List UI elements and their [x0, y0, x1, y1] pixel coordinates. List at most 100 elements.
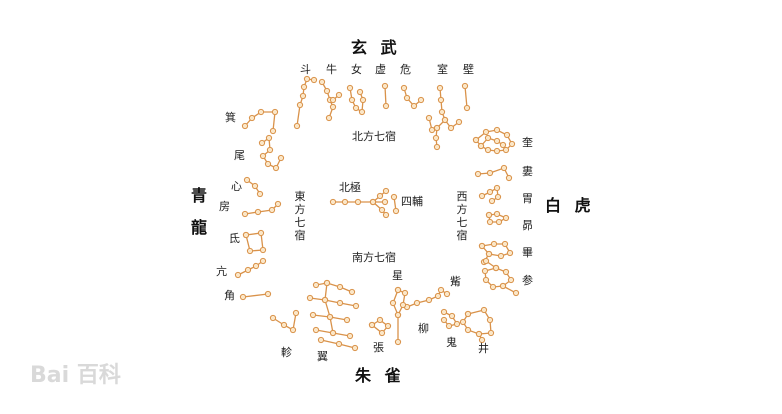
star-wei3-1: [265, 134, 273, 142]
star-xing-1: [401, 289, 409, 297]
mansion-jiao: 角: [224, 289, 235, 302]
star-niu-4: [325, 114, 333, 122]
star-wei2-1: [486, 188, 494, 196]
star-mao-3: [495, 218, 503, 226]
mansion-fang: 房: [219, 200, 230, 213]
mansion-zhang: 張: [373, 341, 384, 354]
star-wei3-4: [264, 160, 272, 168]
star-di-1: [257, 229, 265, 237]
star-liu-2: [425, 296, 433, 304]
star-ji-0: [241, 122, 249, 130]
star-niu-0: [318, 78, 326, 86]
star-fang-0: [241, 210, 249, 218]
star-yi6-2: [326, 313, 334, 321]
star-zhen-2: [289, 326, 297, 334]
star-wei2-0: [478, 192, 486, 200]
star-kang-2: [252, 262, 260, 270]
star-liu-4: [437, 286, 445, 294]
star-yi5-2: [351, 344, 359, 352]
star-dou-4: [303, 75, 311, 83]
star-lou-3: [505, 174, 513, 182]
star-gui-0: [440, 308, 448, 316]
star-di-4: [242, 231, 250, 239]
star-yi4-2: [346, 332, 354, 340]
star-yi5-1: [335, 340, 343, 348]
star-xing-5: [394, 286, 402, 294]
mansion-shi: 室: [437, 63, 448, 76]
star-yi2-3: [352, 302, 360, 310]
star-dou-3: [300, 83, 308, 91]
mansion-xu: 虚: [375, 63, 386, 76]
star-jiao-1: [264, 290, 272, 298]
star-wei3-2: [266, 146, 274, 154]
star-niu2-0: [329, 96, 337, 104]
star-shi-6: [425, 114, 433, 122]
west-seven-mansions-label: 西方七宿: [456, 190, 468, 242]
star-pole-4: [381, 198, 389, 206]
mansion-jing: 井: [478, 342, 489, 355]
star-wei2-2: [493, 184, 501, 192]
star-zhang-1: [376, 316, 384, 324]
star-wei-1: [403, 94, 411, 102]
star-shi-0: [436, 84, 444, 92]
star-liu-5: [443, 290, 451, 298]
constellation-line-kang: [237, 260, 264, 276]
star-dou-1: [296, 101, 304, 109]
star-can-5: [482, 276, 490, 284]
star-pole2-1: [376, 192, 384, 200]
star-yi-2: [336, 283, 344, 291]
star-kang-3: [259, 257, 267, 265]
star-niu-3: [329, 103, 337, 111]
star-di-2: [259, 246, 267, 254]
star-shi3-2: [433, 143, 441, 151]
star-kui-5: [502, 146, 510, 154]
star-xing-4: [389, 299, 397, 307]
star-zhang-4: [368, 321, 376, 329]
sifu-label: 四輔: [401, 195, 423, 208]
star-kui2-2: [493, 137, 501, 145]
mansion-gui: 鬼: [446, 336, 457, 349]
star-niu2-1: [335, 91, 343, 99]
star-zhen-0: [269, 314, 277, 322]
mansion-di: 氐: [229, 232, 240, 245]
star-ji-3: [271, 108, 279, 116]
star-can-6: [481, 267, 489, 275]
star-zhang-3: [378, 329, 386, 337]
mansion-zhen: 軫: [281, 346, 292, 359]
constellation-layer: [234, 75, 520, 352]
baidu-baike-watermark: Bai 百科: [30, 363, 121, 388]
star-ji-2: [257, 108, 265, 116]
star-gui-4: [440, 316, 448, 324]
star-bi4-0: [485, 250, 493, 258]
star-bi3-4: [497, 252, 505, 260]
star-gui-3: [445, 322, 453, 330]
north-quadrant-title: 玄 武: [351, 38, 401, 57]
star-kang-1: [244, 266, 252, 274]
star-wei3-6: [277, 154, 285, 162]
star-wei-2: [410, 102, 418, 110]
constellation-line-bi: [464, 85, 468, 109]
star-liu-1: [413, 299, 421, 307]
star-kui2-1: [484, 134, 492, 142]
star-shi-2: [438, 108, 446, 116]
star-yi-3: [348, 288, 356, 296]
mansion-liu: 柳: [418, 322, 429, 335]
star-yi6-3: [329, 329, 337, 337]
star-gui-1: [448, 312, 456, 320]
star-pole-2: [354, 198, 362, 206]
star-nu-4: [359, 96, 367, 104]
mansion-wei-east: 尾: [234, 149, 245, 162]
mansion-zi: 觜: [450, 275, 461, 288]
star-xu-1: [382, 102, 390, 110]
star-shi2-0: [441, 116, 449, 124]
star-can-1: [502, 268, 510, 276]
star-xing2-1: [394, 338, 402, 346]
star-mao-4: [486, 218, 494, 226]
star-jiao-0: [239, 293, 247, 301]
star-can3-1: [512, 289, 520, 297]
star-nu-0: [346, 84, 354, 92]
star-zhang-2: [384, 322, 392, 330]
star-can-2: [507, 276, 515, 284]
star-xin-1: [251, 182, 259, 190]
star-xu-0: [381, 82, 389, 90]
